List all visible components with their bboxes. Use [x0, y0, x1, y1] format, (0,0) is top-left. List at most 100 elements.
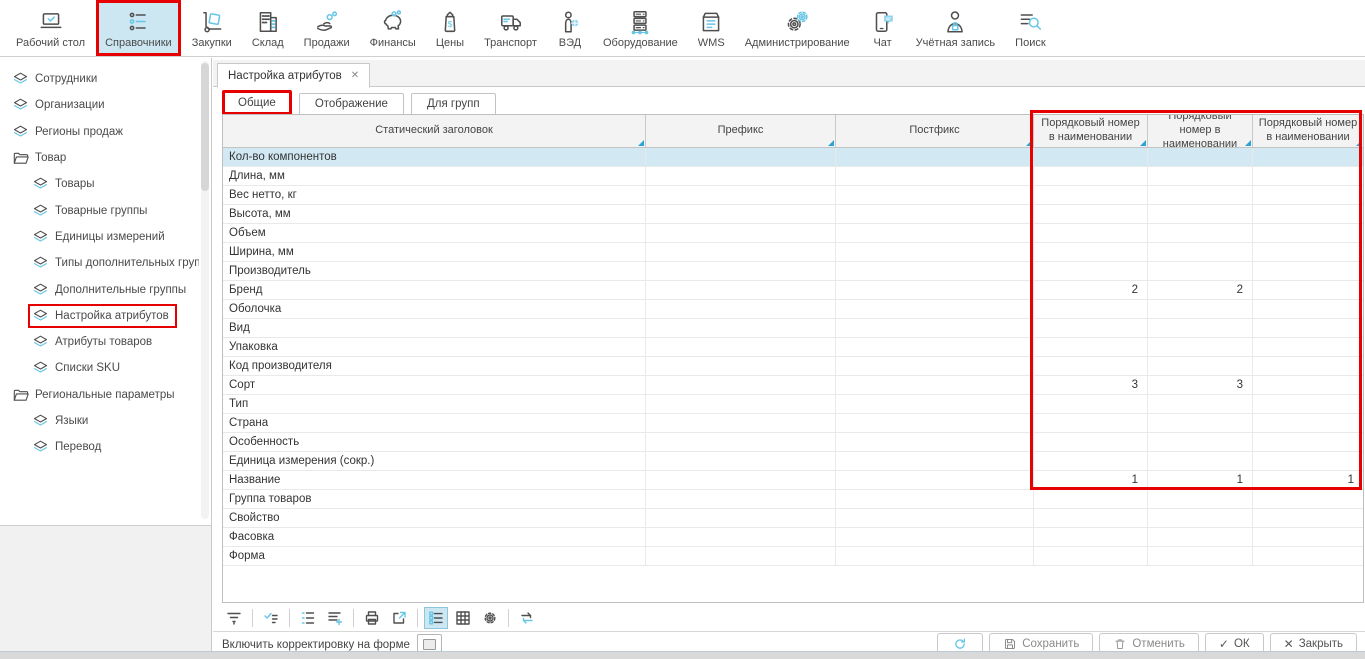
sidebar-item-6[interactable]: Товарные группы — [0, 197, 199, 223]
gear-icon[interactable] — [478, 607, 502, 629]
cell-num1[interactable]: 1 — [1034, 471, 1148, 489]
toolbar-item-purchases[interactable]: Закупки — [183, 0, 241, 56]
cell-num1[interactable] — [1034, 167, 1148, 185]
cell-num3[interactable] — [1253, 262, 1363, 280]
cell-num3[interactable] — [1253, 205, 1363, 223]
table-row[interactable]: Упаковка — [223, 338, 1363, 357]
sidebar-item-13[interactable]: Региональные параметры — [0, 382, 199, 408]
cell-prefix[interactable] — [646, 452, 836, 470]
cell-prefix[interactable] — [646, 414, 836, 432]
toolbar-item-warehouse[interactable]: Склад — [243, 0, 293, 56]
cell-num1[interactable] — [1034, 509, 1148, 527]
cell-num1[interactable] — [1034, 148, 1148, 166]
cell-num1[interactable] — [1034, 243, 1148, 261]
column-header-1[interactable]: Статический заголовок — [223, 115, 646, 147]
cell-num2[interactable] — [1148, 490, 1253, 508]
cell-label[interactable]: Вид — [223, 319, 646, 337]
tab-close-icon[interactable]: ✕ — [351, 70, 359, 81]
table-row[interactable]: Бренд22 — [223, 281, 1363, 300]
cell-num3[interactable] — [1253, 547, 1363, 565]
cell-num2[interactable] — [1148, 319, 1253, 337]
cell-num3[interactable] — [1253, 452, 1363, 470]
cell-prefix[interactable] — [646, 281, 836, 299]
table-row[interactable]: Код производителя — [223, 357, 1363, 376]
cell-num2[interactable] — [1148, 300, 1253, 318]
toolbar-item-desktop[interactable]: Рабочий стол — [7, 0, 94, 56]
cell-prefix[interactable] — [646, 224, 836, 242]
cell-num3[interactable] — [1253, 167, 1363, 185]
toolbar-item-transport[interactable]: Транспорт — [475, 0, 546, 56]
table-row[interactable]: Фасовка — [223, 528, 1363, 547]
cell-num2[interactable] — [1148, 395, 1253, 413]
cell-num1[interactable] — [1034, 395, 1148, 413]
cell-postfix[interactable] — [836, 281, 1034, 299]
cell-label[interactable]: Сорт — [223, 376, 646, 394]
cell-num1[interactable]: 3 — [1034, 376, 1148, 394]
cell-prefix[interactable] — [646, 376, 836, 394]
table-row[interactable]: Вид — [223, 319, 1363, 338]
cell-prefix[interactable] — [646, 262, 836, 280]
cell-label[interactable]: Форма — [223, 547, 646, 565]
table-row[interactable]: Особенность — [223, 433, 1363, 452]
refresh-icon[interactable] — [515, 607, 539, 629]
cell-label[interactable]: Высота, мм — [223, 205, 646, 223]
numbered-list-icon[interactable] — [296, 607, 320, 629]
grid-view-icon[interactable] — [451, 607, 475, 629]
cell-num1[interactable] — [1034, 414, 1148, 432]
toolbar-item-sales[interactable]: Продажи — [295, 0, 359, 56]
cell-num2[interactable] — [1148, 547, 1253, 565]
list-view-icon[interactable] — [424, 607, 448, 629]
cell-num1[interactable] — [1034, 186, 1148, 204]
cell-num2[interactable] — [1148, 243, 1253, 261]
table-row[interactable]: Ширина, мм — [223, 243, 1363, 262]
cell-prefix[interactable] — [646, 300, 836, 318]
table-row[interactable]: Сорт 33 — [223, 376, 1363, 395]
cell-num2[interactable] — [1148, 262, 1253, 280]
cell-postfix[interactable] — [836, 452, 1034, 470]
cell-label[interactable]: Производитель — [223, 262, 646, 280]
cell-num2[interactable]: 3 — [1148, 376, 1253, 394]
table-row[interactable]: Группа товаров — [223, 490, 1363, 509]
cell-label[interactable]: Фасовка — [223, 528, 646, 546]
cell-num1[interactable] — [1034, 490, 1148, 508]
cell-postfix[interactable] — [836, 148, 1034, 166]
cell-num3[interactable] — [1253, 528, 1363, 546]
sidebar-item-7[interactable]: Единицы измерений — [0, 224, 199, 250]
toolbar-item-chat[interactable]: Чат — [861, 0, 905, 56]
cell-postfix[interactable] — [836, 300, 1034, 318]
cell-num3[interactable] — [1253, 357, 1363, 375]
cell-num3[interactable] — [1253, 433, 1363, 451]
sidebar-item-15[interactable]: Перевод — [0, 434, 199, 460]
subtab-3[interactable]: Для групп — [411, 93, 496, 115]
checklist-icon[interactable] — [259, 607, 283, 629]
cell-num1[interactable] — [1034, 262, 1148, 280]
table-row[interactable]: Свойство — [223, 509, 1363, 528]
cell-num2[interactable] — [1148, 433, 1253, 451]
subtab-2[interactable]: Отображение — [299, 93, 404, 115]
cell-num3[interactable] — [1253, 300, 1363, 318]
cell-num1[interactable] — [1034, 338, 1148, 356]
column-header-4[interactable]: Порядковый номер в наименовании — [1034, 115, 1148, 147]
cell-prefix[interactable] — [646, 490, 836, 508]
sidebar-item-11[interactable]: Атрибуты товаров — [0, 329, 199, 355]
cell-postfix[interactable] — [836, 262, 1034, 280]
cell-postfix[interactable] — [836, 547, 1034, 565]
cell-num3[interactable] — [1253, 509, 1363, 527]
cell-prefix[interactable] — [646, 547, 836, 565]
cell-num1[interactable] — [1034, 300, 1148, 318]
column-header-6[interactable]: Порядковый номер в наименовании — [1253, 115, 1363, 147]
cell-prefix[interactable] — [646, 243, 836, 261]
cell-prefix[interactable] — [646, 319, 836, 337]
cell-prefix[interactable] — [646, 186, 836, 204]
cell-prefix[interactable] — [646, 471, 836, 489]
cell-num3[interactable] — [1253, 319, 1363, 337]
cell-num3[interactable] — [1253, 224, 1363, 242]
cell-prefix[interactable] — [646, 395, 836, 413]
cell-num1[interactable] — [1034, 319, 1148, 337]
cell-label[interactable]: Страна — [223, 414, 646, 432]
cell-label[interactable]: Упаковка — [223, 338, 646, 356]
sidebar-scrollbar[interactable] — [201, 61, 209, 519]
column-header-3[interactable]: Постфикс — [836, 115, 1034, 147]
cell-num1[interactable] — [1034, 528, 1148, 546]
cell-num1[interactable] — [1034, 224, 1148, 242]
